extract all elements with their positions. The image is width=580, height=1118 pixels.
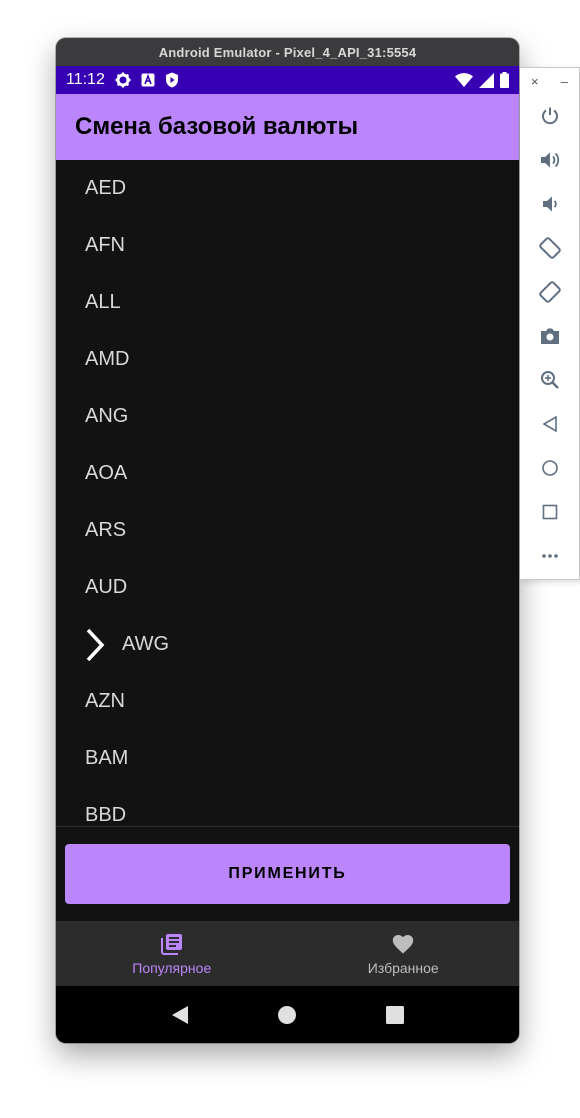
currency-code: AOA bbox=[85, 462, 128, 484]
battery-icon bbox=[500, 72, 509, 88]
chevron-right-icon bbox=[85, 628, 105, 662]
currency-item-ars[interactable]: ARS bbox=[56, 502, 519, 559]
currency-code: BAM bbox=[85, 747, 129, 769]
currency-item-aoa[interactable]: AOA bbox=[56, 445, 519, 502]
currency-code: ARS bbox=[85, 519, 127, 541]
nav-label: Популярное bbox=[132, 959, 212, 976]
status-time: 11:12 bbox=[66, 71, 105, 88]
shield-play-icon bbox=[165, 72, 179, 88]
currency-code: AED bbox=[85, 177, 127, 199]
currency-item-afn[interactable]: AFN bbox=[56, 217, 519, 274]
currency-item-amd[interactable]: AMD bbox=[56, 331, 519, 388]
rotate-left-icon[interactable] bbox=[520, 226, 579, 270]
currency-item-azn[interactable]: AZN bbox=[56, 673, 519, 730]
volume-up-icon[interactable] bbox=[520, 138, 579, 182]
currency-code: AUD bbox=[85, 576, 128, 598]
home-icon[interactable] bbox=[520, 446, 579, 490]
currency-code: AZN bbox=[85, 690, 125, 712]
zoom-icon[interactable] bbox=[520, 358, 579, 402]
currency-item-bam[interactable]: BAM bbox=[56, 730, 519, 787]
camera-icon[interactable] bbox=[520, 314, 579, 358]
rotate-right-icon[interactable] bbox=[520, 270, 579, 314]
currency-code: AFN bbox=[85, 234, 125, 256]
back-icon[interactable] bbox=[520, 402, 579, 446]
back-icon[interactable] bbox=[165, 1000, 195, 1030]
recents-icon[interactable] bbox=[380, 1000, 410, 1030]
library-icon bbox=[160, 932, 183, 956]
currency-code: ANG bbox=[85, 405, 129, 427]
currency-item-all[interactable]: ALL bbox=[56, 274, 519, 331]
nav-label: Избранное bbox=[367, 959, 439, 976]
currency-item-aed[interactable]: AED bbox=[56, 160, 519, 217]
apply-button[interactable]: ПРИМЕНИТЬ bbox=[65, 844, 510, 904]
font-a-icon bbox=[141, 73, 155, 87]
nav-item-popular[interactable]: Популярное bbox=[56, 921, 288, 986]
emulator-title: Android Emulator - Pixel_4_API_31:5554 bbox=[56, 38, 519, 66]
currency-code: AMD bbox=[85, 348, 130, 370]
heart-icon bbox=[392, 932, 414, 956]
cell-signal-icon bbox=[479, 72, 494, 88]
side-window-controls: × – bbox=[520, 68, 579, 94]
home-icon[interactable] bbox=[272, 1000, 302, 1030]
page-title: Смена базовой валюты bbox=[75, 113, 359, 140]
emulator-side-toolbar: × – bbox=[520, 67, 580, 580]
close-icon[interactable]: × bbox=[531, 74, 539, 89]
volume-down-icon[interactable] bbox=[520, 182, 579, 226]
bottom-navigation: Популярное Избранное bbox=[56, 921, 519, 986]
currency-item-awg-selected[interactable]: AWG bbox=[56, 616, 519, 673]
divider bbox=[56, 826, 519, 827]
wifi-icon bbox=[455, 73, 473, 87]
more-icon[interactable] bbox=[520, 534, 579, 578]
minimize-icon[interactable]: – bbox=[561, 74, 568, 89]
status-bar: 11:12 bbox=[56, 66, 519, 94]
emulator-window: Android Emulator - Pixel_4_API_31:5554 1… bbox=[56, 38, 519, 1043]
currency-item-ang[interactable]: ANG bbox=[56, 388, 519, 445]
power-icon[interactable] bbox=[520, 94, 579, 138]
overview-icon[interactable] bbox=[520, 490, 579, 534]
currency-code: ALL bbox=[85, 291, 121, 313]
system-navigation-bar bbox=[56, 986, 519, 1043]
currency-list[interactable]: AED AFN ALL AMD ANG AOA ARS AUD AWG AZN … bbox=[56, 160, 519, 827]
currency-code: AWG bbox=[122, 633, 170, 655]
currency-item-bbd[interactable]: BBD bbox=[56, 787, 519, 827]
currency-item-aud[interactable]: AUD bbox=[56, 559, 519, 616]
app-bar: Смена базовой валюты bbox=[56, 94, 519, 160]
gear-icon bbox=[115, 72, 131, 88]
currency-code: BBD bbox=[85, 804, 127, 826]
nav-item-favorites[interactable]: Избранное bbox=[288, 921, 520, 986]
apply-area: ПРИМЕНИТЬ bbox=[56, 827, 519, 921]
